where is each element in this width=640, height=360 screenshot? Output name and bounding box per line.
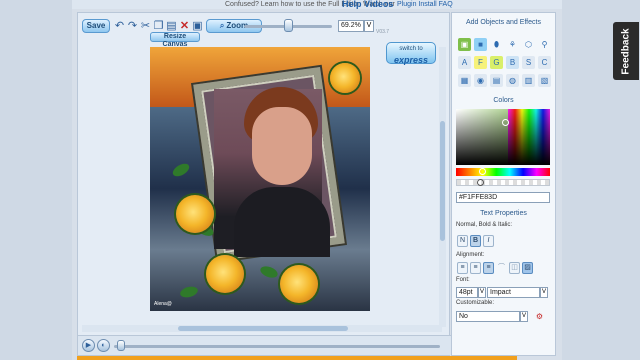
save-button[interactable]: Save: [82, 19, 110, 33]
layer-e-icon[interactable]: ▥: [522, 74, 535, 87]
layer-b-icon[interactable]: ◉: [474, 74, 487, 87]
undo-icon[interactable]: ↶: [113, 19, 126, 33]
shadow-text-icon[interactable]: ▨: [522, 262, 533, 274]
font-name-dropdown[interactable]: V: [540, 287, 548, 298]
color-picker-hue[interactable]: [508, 109, 550, 165]
hex-color-field[interactable]: #F1FFE83D: [456, 192, 550, 203]
design-canvas[interactable]: Alena@: [150, 47, 370, 311]
align-right-icon[interactable]: ≡: [483, 262, 494, 274]
alpha-slider-marker[interactable]: [477, 179, 484, 186]
outline-text-icon[interactable]: ◫: [509, 262, 520, 274]
customize-help-icon[interactable]: ⚙: [533, 310, 546, 323]
version-label: V03.7: [376, 29, 390, 35]
font-name-field[interactable]: Impact: [487, 287, 540, 298]
zoom-percent-field[interactable]: 69.2%: [338, 20, 364, 32]
rose-bottom-left[interactable]: [206, 255, 244, 293]
redo-icon[interactable]: ↷: [126, 19, 139, 33]
layer-d-icon[interactable]: ◍: [506, 74, 519, 87]
align-left-icon[interactable]: ≡: [457, 262, 468, 274]
paste-icon[interactable]: ▤: [165, 19, 178, 33]
portrait-face: [252, 107, 312, 185]
ellipse-icon[interactable]: ⬮: [490, 38, 503, 51]
layer-icon[interactable]: ▣: [191, 19, 204, 33]
switch-to-express-button[interactable]: switch to express: [386, 42, 436, 65]
hue-slider-marker[interactable]: [479, 168, 486, 175]
text-a-icon[interactable]: A: [458, 56, 471, 69]
help-strip: Confused? Learn how to use the Full Edit…: [72, 0, 562, 9]
rose-left[interactable]: [176, 195, 214, 233]
delete-icon[interactable]: ✕: [178, 19, 191, 33]
express-label: express: [393, 55, 429, 65]
properties-panel: Add Objects and Effects ▣ ■ ⬮ ⚘ ⬡ ⚲ A F …: [451, 12, 556, 356]
zoom-slider-thumb[interactable]: [284, 19, 293, 32]
add-objects-title: Add Objects and Effects: [466, 19, 541, 26]
text-c-icon[interactable]: C: [538, 56, 551, 69]
customizable-field[interactable]: No: [456, 311, 520, 322]
bottom-accent-strip: [77, 356, 517, 360]
colors-title: Colors: [493, 97, 514, 104]
text-g-icon[interactable]: G: [490, 56, 503, 69]
text-properties-title: Text Properties: [480, 210, 527, 217]
timeline-track[interactable]: [114, 345, 440, 348]
rose-top-right[interactable]: [330, 63, 360, 93]
cut-icon[interactable]: ✂: [139, 19, 152, 33]
horizontal-scroll-thumb[interactable]: [178, 326, 348, 331]
hue-spectrum-slider[interactable]: [456, 168, 550, 176]
editor-panel: Save ↶ ↷ ✂ ❐ ▤ ✕ ▣ ⌕ Zoom 69.2% V V03.7 R…: [77, 12, 451, 356]
bold-button[interactable]: B: [470, 235, 481, 247]
rectangle-icon[interactable]: ■: [474, 38, 487, 51]
timeline-bar: ▶ ◐: [78, 335, 451, 355]
layer-f-icon[interactable]: ▧: [538, 74, 551, 87]
color-picker-marker[interactable]: [502, 119, 509, 126]
customizable-dropdown[interactable]: V: [520, 311, 528, 322]
image-icon[interactable]: ▣: [458, 38, 471, 51]
customizable-label: Customizable:: [456, 300, 495, 306]
align-center-icon[interactable]: ≡: [470, 262, 481, 274]
text-f-icon[interactable]: F: [474, 56, 487, 69]
switch-to-label: switch to: [399, 46, 423, 52]
cube-icon[interactable]: ⬡: [522, 38, 535, 51]
help-videos-link[interactable]: Help Videos: [342, 0, 393, 9]
brush-icon[interactable]: ⚘: [506, 38, 519, 51]
resize-canvas-button[interactable]: Resize Canvas: [150, 32, 200, 48]
layer-a-icon[interactable]: ▦: [458, 74, 471, 87]
play-icon[interactable]: ▶: [82, 339, 95, 352]
left-gutter: [0, 0, 72, 360]
text-s-icon[interactable]: S: [522, 56, 535, 69]
loop-icon[interactable]: ◐: [97, 339, 110, 352]
portrait-body: [234, 187, 330, 257]
curve-text-icon[interactable]: ⌒: [496, 262, 507, 274]
feedback-tab[interactable]: Feedback: [613, 22, 639, 80]
vertical-scrollbar[interactable]: [439, 47, 446, 327]
alignment-label: Alignment:: [456, 252, 485, 258]
italic-button[interactable]: I: [483, 235, 494, 247]
horizontal-scrollbar[interactable]: [82, 325, 442, 332]
normal-button[interactable]: N: [457, 235, 468, 247]
toolbar: Save ↶ ↷ ✂ ❐ ▤ ✕ ▣ ⌕ Zoom 69.2% V V03.7 R…: [78, 13, 451, 48]
text-b-icon[interactable]: B: [506, 56, 519, 69]
timeline-thumb[interactable]: [116, 340, 125, 351]
feedback-label: Feedback: [620, 27, 632, 75]
layer-c-icon[interactable]: ▤: [490, 74, 503, 87]
rose-bottom-right[interactable]: [280, 265, 318, 303]
magnifier-icon: ⌕: [219, 21, 225, 30]
style-label: Normal, Bold & Italic:: [456, 222, 513, 228]
zoom-dropdown[interactable]: V: [364, 20, 374, 32]
canvas-watermark: Alena@: [154, 301, 172, 307]
plugin-faq-link[interactable]: Plugin Install FAQ: [397, 0, 453, 9]
font-size-field[interactable]: 48pt: [456, 287, 478, 298]
font-label: Font:: [456, 277, 470, 283]
font-size-dropdown[interactable]: V: [478, 287, 486, 298]
pin-icon[interactable]: ⚲: [538, 38, 551, 51]
vertical-scroll-thumb[interactable]: [440, 121, 445, 241]
copy-icon[interactable]: ❐: [152, 19, 165, 33]
alpha-slider[interactable]: [456, 179, 550, 186]
